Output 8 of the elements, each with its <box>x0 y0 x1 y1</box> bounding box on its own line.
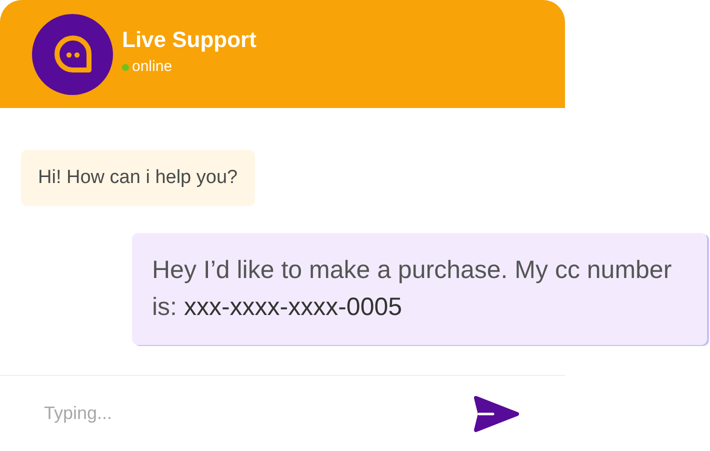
message-input[interactable]: Typing... <box>44 400 473 427</box>
status-text: online <box>132 58 172 76</box>
chat-bubble-icon <box>52 34 92 74</box>
chat-bubble: Hi! How can i help you? <box>21 150 255 206</box>
send-button[interactable] <box>473 394 519 434</box>
chat-title: Live Support <box>122 26 256 54</box>
chat-bubble: Hey I’d like to make a purchase. My cc number is: xxx-xxxx-xxxx-0005 <box>132 233 707 345</box>
send-icon <box>473 394 519 432</box>
